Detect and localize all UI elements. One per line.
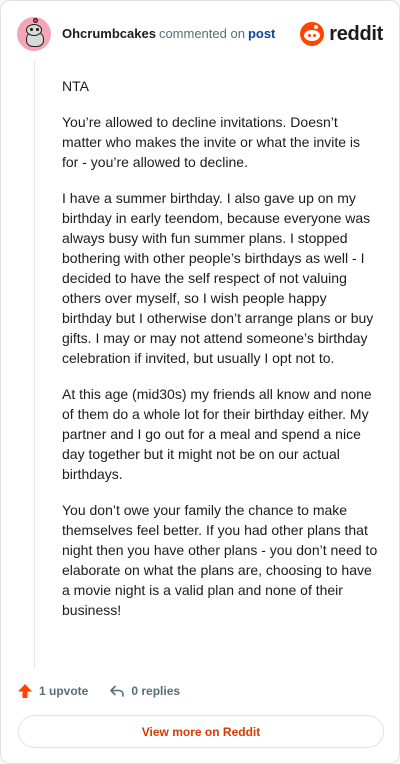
comment-paragraph: At this age (mid30s) my friends all know… [62, 386, 372, 482]
replies-button[interactable]: 0 replies [109, 683, 180, 699]
commented-on-text: commented on [158, 26, 245, 41]
view-more-button[interactable]: View more on Reddit [18, 715, 384, 748]
comment-meta: Ohcrumbcakes commented on post [62, 26, 275, 42]
user-avatar-icon[interactable] [17, 17, 51, 51]
comment-paragraph: NTA [62, 78, 89, 94]
comment-paragraph: You’re allowed to decline invitations. D… [62, 114, 361, 170]
replies-count: 0 replies [131, 684, 181, 698]
comment-actions: 1 upvote 0 replies [17, 681, 383, 701]
reddit-logo-icon [300, 22, 325, 46]
comment-embed-card: Ohcrumbcakes commented on post reddit NTA … [0, 0, 400, 764]
upvote-count: 1 upvote [39, 684, 89, 698]
reply-arrow-icon [110, 685, 125, 697]
reddit-logo[interactable]: reddit [300, 22, 383, 46]
upvote-button[interactable]: 1 upvote [17, 683, 88, 699]
comment-header: Ohcrumbcakes commented on post reddit [17, 17, 383, 51]
comment-paragraph: I have a summer birthday. I also gave up… [62, 190, 374, 366]
comment-paragraph: You don’t owe your family the chance to … [62, 502, 378, 618]
reddit-wordmark: reddit [329, 22, 383, 45]
upvote-arrow-icon [18, 684, 32, 698]
thread-line [34, 61, 35, 669]
post-link[interactable]: post [248, 26, 275, 41]
username[interactable]: Ohcrumbcakes [62, 26, 156, 41]
comment-body: NTA You’re allowed to decline invitation… [62, 76, 380, 636]
